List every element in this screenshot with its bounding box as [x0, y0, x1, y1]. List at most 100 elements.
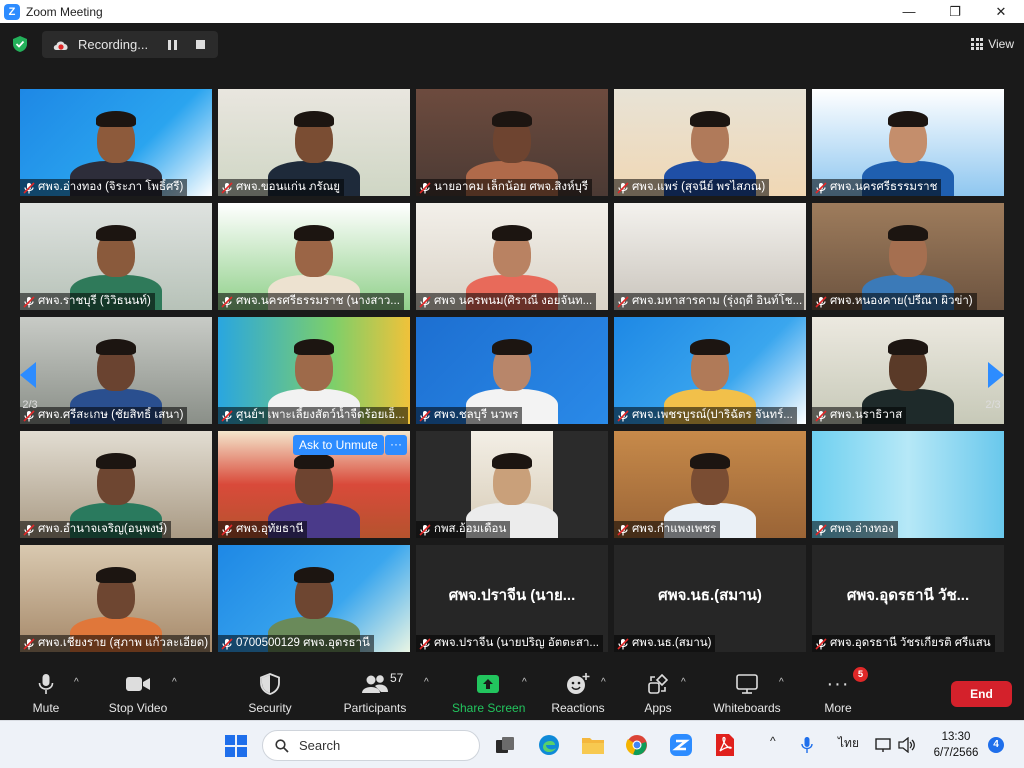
video-tile[interactable]: ศพจ.อ่างทอง (จิระภา โพธิ์ศรี)	[20, 89, 212, 196]
stop-recording-button[interactable]	[196, 40, 205, 49]
video-tile[interactable]: ศพจ.ชลบุรี นวพร	[416, 317, 608, 424]
video-tile[interactable]: ศพจ.กำแพงเพชร	[614, 431, 806, 538]
file-explorer-icon[interactable]	[580, 732, 606, 758]
participant-name: ศพจ.อุดรธานี วัชรเกียรติ ศรีแสน	[830, 637, 991, 649]
participant-hair	[96, 567, 136, 583]
participant-name-label: ศพจ.เชียงราย (สุภาพ แก้วละเอียด)	[20, 635, 210, 652]
video-tile[interactable]: ศพจ.อำนาจเจริญ(อนุพงษ์)	[20, 431, 212, 538]
next-page-button[interactable]: 2/3	[975, 320, 1015, 420]
video-tile[interactable]: ศพจ.แพร่ (สุจนีย์ พรไสภณ)	[614, 89, 806, 196]
participant-name: นายอาคม เล็กน้อย ศพจ.สิงห์บุรี	[434, 181, 589, 193]
video-tile[interactable]: ศูนย์ฯ เพาะเลี้ยงสัตว์น้ำจืดร้อยเอ็...	[218, 317, 410, 424]
security-button[interactable]: Security	[244, 671, 296, 715]
video-tile[interactable]: ศพจ.เพชรบูรณ์(ปาริฉัตร จันทร์...	[614, 317, 806, 424]
participant-name: ศพจ.อ่างทอง	[830, 523, 894, 535]
muted-mic-icon	[815, 523, 827, 536]
participant-hair	[492, 339, 532, 355]
video-tile[interactable]: ศพจ.อ่างทอง	[812, 431, 1004, 538]
page-indicator-left: 2/3	[22, 399, 38, 411]
muted-mic-icon	[419, 181, 431, 194]
notification-count-badge[interactable]: 4	[988, 737, 1004, 753]
share-screen-button[interactable]: Share Screen	[452, 671, 525, 715]
task-view-icon[interactable]	[492, 732, 518, 758]
reactions-button[interactable]: Reactions	[550, 671, 606, 715]
mute-options-caret[interactable]: ^	[74, 677, 79, 688]
clock-time: 13:30	[941, 731, 971, 743]
tray-overflow-chevron[interactable]: ^	[770, 734, 776, 748]
taskbar-search-box[interactable]: Search	[262, 730, 480, 761]
video-tile[interactable]: ศพจ.หนองคาย(ปรีณา ผิวข่า)	[812, 203, 1004, 310]
participant-display-name: ศพจ.นธ.(สมาน)	[658, 587, 762, 604]
stop-video-button[interactable]: Stop Video	[104, 671, 172, 715]
more-label: More	[824, 701, 852, 715]
end-meeting-button[interactable]: End	[951, 681, 1012, 707]
windows-start-icon[interactable]	[225, 735, 247, 757]
participants-options-caret[interactable]: ^	[424, 677, 429, 688]
view-button[interactable]: View	[971, 31, 1014, 57]
video-tile[interactable]: 0700500129 ศพจ.อุดรธานี	[218, 545, 410, 652]
network-icon[interactable]	[872, 732, 894, 758]
muted-mic-icon	[815, 181, 827, 194]
clock-date: 6/7/2566	[933, 747, 979, 759]
more-button[interactable]: ··· 5 More	[818, 667, 868, 715]
participants-button[interactable]: 57 Participants	[342, 671, 408, 715]
participant-name: กพส.อ้อมเดือน	[434, 523, 507, 535]
video-tile[interactable]: ศพจ.ราชบุรี (วิวิธนนท์)	[20, 203, 212, 310]
participant-name-label: กพส.อ้อมเดือน	[416, 521, 511, 538]
video-tile[interactable]: ศพจ นครพนม(ศิราณี งอยจันท...	[416, 203, 608, 310]
reactions-options-caret[interactable]: ^	[601, 677, 606, 688]
apps-options-caret[interactable]: ^	[681, 677, 686, 688]
video-tile[interactable]: นายอาคม เล็กน้อย ศพจ.สิงห์บุรี	[416, 89, 608, 196]
page-indicator-right: 2/3	[985, 399, 1001, 411]
video-tile[interactable]: ศพจ.นครศรีธรรมราช	[812, 89, 1004, 196]
edge-browser-icon[interactable]	[536, 732, 562, 758]
video-tile[interactable]: ศพจ.นธ.(สมาน) ศพจ.นธ.(สมาน)	[614, 545, 806, 652]
whiteboards-options-caret[interactable]: ^	[779, 677, 784, 688]
pdf-reader-icon[interactable]	[712, 732, 738, 758]
reactions-smiley-icon	[567, 673, 590, 694]
recording-indicator: Recording...	[42, 31, 218, 58]
video-tile[interactable]: ศพจ.ขอนแก่น ภรัณยู	[218, 89, 410, 196]
whiteboard-icon	[736, 674, 758, 694]
video-tile[interactable]: ศพจ.อุดรธานี วัช... ศพจ.อุดรธานี วัชรเกีย…	[812, 545, 1004, 652]
close-button[interactable]: ✕	[978, 0, 1024, 23]
video-tile[interactable]: ศพจ.มหาสารคาม (รุ่งฤดี อินท์โช...	[614, 203, 806, 310]
tile-more-options-button[interactable]: ···	[385, 435, 407, 455]
apps-button[interactable]: Apps	[638, 671, 678, 715]
share-options-caret[interactable]: ^	[522, 677, 527, 688]
participants-label: Participants	[343, 701, 407, 715]
restore-button[interactable]: ❐	[932, 0, 978, 23]
participant-name-label: ศพจ.อ่างทอง	[812, 521, 898, 538]
previous-page-button[interactable]: 2/3	[8, 320, 48, 420]
muted-mic-icon	[23, 181, 35, 194]
pause-recording-button[interactable]	[168, 39, 178, 50]
whiteboards-button[interactable]: Whiteboards	[710, 671, 784, 715]
reactions-label: Reactions	[551, 701, 605, 715]
ask-to-unmute-button[interactable]: Ask to Unmute	[293, 435, 384, 455]
shield-check-icon[interactable]	[12, 35, 28, 53]
video-tile[interactable]: ศพจ.ปราจีน (นาย... ศพจ.ปราจีน (นายปริญ อั…	[416, 545, 608, 652]
tray-microphone-icon[interactable]	[796, 732, 818, 758]
zoom-app-icon[interactable]	[668, 732, 694, 758]
muted-mic-icon	[419, 523, 431, 536]
muted-mic-icon	[617, 523, 629, 536]
muted-mic-icon	[221, 409, 233, 422]
minimize-button[interactable]: —	[886, 0, 932, 23]
video-options-caret[interactable]: ^	[172, 677, 177, 688]
language-indicator[interactable]: ไทย	[838, 734, 859, 753]
video-tile[interactable]: ศพจ.เชียงราย (สุภาพ แก้วละเอียด)	[20, 545, 212, 652]
muted-mic-icon	[23, 637, 35, 650]
participant-name-label: ศพจ.อำนาจเจริญ(อนุพงษ์)	[20, 521, 172, 538]
chrome-browser-icon[interactable]	[624, 732, 650, 758]
video-tile[interactable]: ศพจ.นครศรีธรรมราช (นางสาว...	[218, 203, 410, 310]
participant-name: ศพจ.นครศรีธรรมราช	[830, 181, 938, 193]
video-tile[interactable]: กพส.อ้อมเดือน	[416, 431, 608, 538]
participant-name-label: ศพจ.กำแพงเพชร	[614, 521, 721, 538]
mute-button[interactable]: Mute	[20, 671, 72, 715]
participant-hair	[294, 453, 334, 469]
participant-hair	[294, 339, 334, 355]
volume-icon[interactable]	[896, 732, 918, 758]
muted-mic-icon	[23, 295, 35, 308]
system-clock[interactable]: 13:30 6/7/2566	[928, 729, 984, 761]
participant-hair	[96, 111, 136, 127]
